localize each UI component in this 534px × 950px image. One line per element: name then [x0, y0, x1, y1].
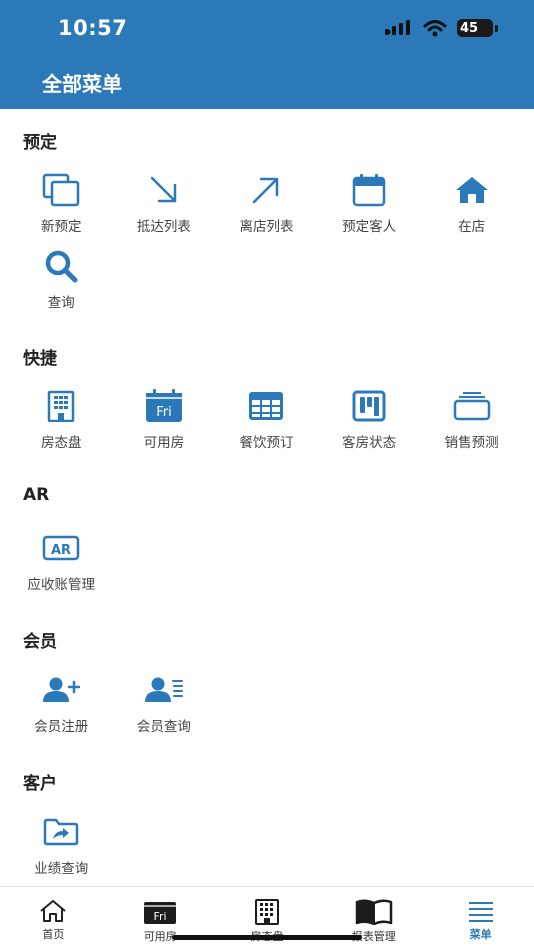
ar-badge-text: AR	[51, 543, 71, 558]
section-grid-customers: 业绩查询	[10, 811, 523, 887]
menu-item-label: 业绩查询	[34, 861, 89, 877]
section-title-ar: AR	[23, 485, 50, 505]
menu-item-label: 餐饮预订	[239, 435, 294, 451]
menu-item-label: 抵达列表	[136, 219, 191, 235]
ar-badge-icon: AR	[43, 535, 80, 561]
user-list-icon	[144, 677, 183, 702]
menu-item-room-status[interactable]: 客房状态	[318, 385, 421, 461]
page-title: 全部菜单	[42, 72, 122, 96]
menu-item-label: 客房状态	[342, 435, 397, 451]
battery-icon: 45	[457, 19, 493, 37]
calendar-icon	[352, 174, 386, 207]
status-bar: 10:57 45	[0, 0, 534, 58]
menu-item-in-house[interactable]: 在店	[420, 169, 523, 245]
status-time: 10:57	[58, 16, 128, 40]
building-dark-icon	[254, 899, 279, 925]
nav-home[interactable]: 首页	[0, 887, 107, 950]
user-plus-icon	[43, 677, 81, 702]
menu-item-member-search[interactable]: 会员查询	[113, 669, 216, 745]
calendar-fri-text: Fri	[156, 405, 172, 420]
menu-item-label: 应收账管理	[27, 577, 96, 593]
menu-item-arrival-list[interactable]: 抵达列表	[113, 169, 216, 245]
section-title-members: 会员	[23, 632, 57, 652]
menu-item-room-rack[interactable]: 房态盘	[10, 385, 113, 461]
copy-icon	[43, 173, 80, 207]
section-title-customers: 客户	[23, 774, 57, 794]
house-icon	[455, 177, 488, 203]
menu-item-label: 会员查询	[136, 719, 191, 735]
menu-item-accounts-receivable[interactable]: AR 应收账管理	[10, 527, 113, 603]
home-outline-icon	[40, 900, 67, 922]
app-header: 10:57 45 全部菜单	[0, 0, 534, 109]
menu-item-member-register[interactable]: 会员注册	[10, 669, 113, 745]
book-icon	[355, 899, 393, 925]
section-grid-shortcuts: 房态盘 Fri 可用房 餐饮预订 客房状态 销售预测	[10, 385, 523, 461]
wifi-icon	[423, 19, 447, 36]
section-grid-members: 会员注册 会员查询	[10, 669, 523, 745]
menu-item-search[interactable]: 查询	[10, 245, 113, 321]
menu-item-available-rooms[interactable]: Fri 可用房	[113, 385, 216, 461]
menu-item-label: 查询	[47, 295, 75, 311]
battery-cap	[495, 24, 498, 32]
nav-reports[interactable]: 报表管理	[320, 887, 427, 950]
menu-item-label: 预定客人	[342, 219, 397, 235]
menu-item-booking-guests[interactable]: 预定客人	[318, 169, 421, 245]
calendar-fri-icon: Fri	[145, 389, 182, 422]
menu-item-label: 房态盘	[41, 435, 82, 451]
menu-item-label: 会员注册	[34, 719, 89, 735]
kanban-icon	[352, 390, 386, 422]
layers-icon	[453, 392, 490, 421]
section-grid-ar: AR 应收账管理	[10, 527, 523, 603]
menu-item-label: 新预定	[41, 219, 82, 235]
table-icon	[249, 392, 284, 420]
arrow-down-right-icon	[150, 176, 177, 203]
battery-level: 45	[460, 20, 479, 36]
nav-label: 首页	[42, 928, 65, 941]
menu-item-label: 在店	[458, 219, 486, 235]
nav-menu[interactable]: 菜单	[427, 887, 534, 950]
building-icon	[48, 390, 75, 422]
menu-item-new-booking[interactable]: 新预定	[10, 169, 113, 245]
section-grid-booking: 新预定 抵达列表 离店列表 预定客人 在店 查询	[10, 169, 523, 321]
nav-calendar-text: Fri	[154, 910, 167, 923]
calendar-fri-dark-icon: Fri	[144, 902, 177, 924]
folder-share-icon	[44, 818, 79, 846]
menu-item-departure-list[interactable]: 离店列表	[215, 169, 318, 245]
arrow-up-right-icon	[253, 177, 279, 204]
section-title-booking: 预定	[23, 133, 57, 153]
menu-item-label: 销售预测	[444, 435, 499, 451]
menu-icon	[468, 902, 493, 922]
nav-room-rack[interactable]: 房态盘	[214, 887, 321, 950]
nav-available-rooms[interactable]: Fri 可用房	[107, 887, 214, 950]
bottom-navigation: 首页 Fri 可用房 房态盘 报表管理 菜单	[0, 886, 534, 950]
search-icon	[46, 250, 78, 283]
cellular-signal-icon	[385, 20, 410, 35]
menu-item-dining-booking[interactable]: 餐饮预订	[215, 385, 318, 461]
status-icons: 45	[385, 19, 498, 37]
home-indicator[interactable]	[172, 935, 362, 940]
menu-item-label: 离店列表	[239, 219, 294, 235]
menu-item-performance-search[interactable]: 业绩查询	[10, 811, 113, 887]
menu-item-label: 可用房	[143, 435, 185, 451]
nav-label: 菜单	[469, 928, 492, 941]
menu-item-sales-forecast[interactable]: 销售预测	[420, 385, 523, 461]
section-title-shortcuts: 快捷	[23, 349, 57, 369]
